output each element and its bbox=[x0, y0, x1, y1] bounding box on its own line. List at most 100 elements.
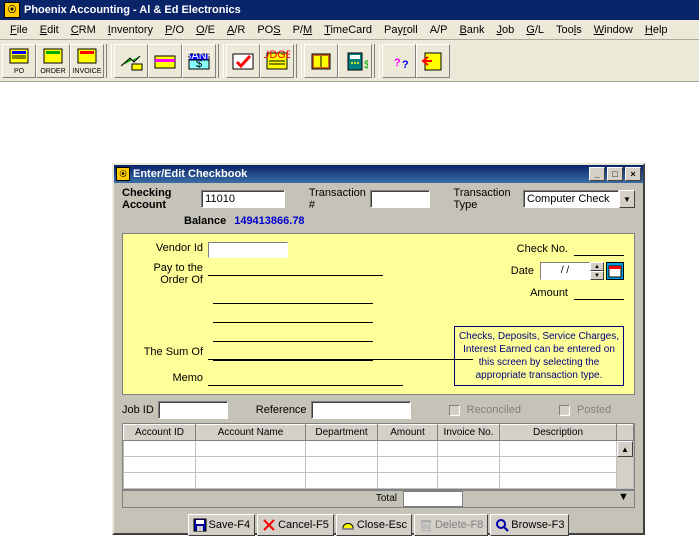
menu-payroll[interactable]: Payroll bbox=[378, 22, 424, 38]
checkno-label: Check No. bbox=[517, 243, 568, 255]
transaction-type-label: Transaction Type bbox=[454, 187, 519, 211]
date-label: Date bbox=[511, 265, 534, 277]
save-button[interactable]: Save-F4 bbox=[188, 514, 256, 536]
menu-pos[interactable]: POS bbox=[251, 22, 286, 38]
toolbar-book-button[interactable] bbox=[304, 44, 338, 78]
check-area: Vendor Id Pay to theOrder Of Check No. bbox=[122, 233, 635, 395]
total-value bbox=[403, 491, 463, 507]
scroll-up-button[interactable]: ▲ bbox=[617, 441, 633, 457]
col-account-name[interactable]: Account Name bbox=[196, 425, 306, 441]
posted-checkbox[interactable] bbox=[559, 405, 570, 416]
menu-tools[interactable]: Tools bbox=[550, 22, 588, 38]
col-description[interactable]: Description bbox=[500, 425, 617, 441]
checking-account-label: Checking Account bbox=[122, 187, 197, 211]
toolbar-check-button[interactable] bbox=[226, 44, 260, 78]
col-scroll bbox=[617, 425, 634, 441]
vendor-id-input[interactable] bbox=[208, 242, 288, 258]
child-titlebar: ⦿ Enter/Edit Checkbook _ □ × bbox=[114, 165, 643, 183]
payto-line-2[interactable] bbox=[213, 290, 373, 304]
toolbar-budget-button[interactable]: BUDGET bbox=[260, 44, 294, 78]
toolbar-payment-button[interactable] bbox=[114, 44, 148, 78]
sum-label: The Sum Of bbox=[133, 346, 208, 360]
reconciled-label: Reconciled bbox=[467, 404, 521, 416]
close-button[interactable]: × bbox=[625, 167, 641, 181]
transaction-type-input[interactable] bbox=[523, 190, 619, 208]
reference-input[interactable] bbox=[311, 401, 411, 419]
maximize-button[interactable]: □ bbox=[607, 167, 623, 181]
child-icon: ⦿ bbox=[116, 167, 130, 181]
menu-ar[interactable]: A/R bbox=[221, 22, 251, 38]
memo-label: Memo bbox=[133, 372, 208, 386]
menubar: File Edit CRM Inventory P/O O/E A/R POS … bbox=[0, 20, 699, 40]
toolbar-card-button[interactable] bbox=[148, 44, 182, 78]
vendor-id-label: Vendor Id bbox=[133, 242, 208, 254]
menu-po[interactable]: P/O bbox=[159, 22, 190, 38]
delete-button[interactable]: Delete-F8 bbox=[414, 514, 488, 536]
svg-text:BUDGET: BUDGET bbox=[264, 50, 290, 61]
total-label: Total bbox=[123, 491, 403, 507]
toolbar-invoice-button[interactable]: INVOICE bbox=[70, 44, 104, 78]
toolbar-calc-button[interactable]: $ bbox=[338, 44, 372, 78]
jobid-label: Job ID bbox=[122, 404, 154, 416]
toolbar-help-button[interactable]: ?? bbox=[382, 44, 416, 78]
reference-label: Reference bbox=[256, 404, 307, 416]
detail-grid: Account ID Account Name Department Amoun… bbox=[122, 423, 635, 490]
menu-file[interactable]: File bbox=[4, 22, 34, 38]
toolbar-bank-button[interactable]: BANK$ bbox=[182, 44, 216, 78]
balance-label: Balance bbox=[184, 215, 226, 227]
menu-pm[interactable]: P/M bbox=[287, 22, 319, 38]
menu-crm[interactable]: CRM bbox=[65, 22, 102, 38]
menu-help[interactable]: Help bbox=[639, 22, 674, 38]
toolbar-po-button[interactable]: PO bbox=[2, 44, 36, 78]
calendar-button[interactable] bbox=[606, 262, 624, 280]
checking-account-input[interactable] bbox=[201, 190, 285, 208]
app-icon: ⦿ bbox=[4, 2, 20, 18]
toolbar-order-button[interactable]: ORDER bbox=[36, 44, 70, 78]
svg-text:?: ? bbox=[402, 59, 409, 71]
transaction-type-dropdown-button[interactable]: ▼ bbox=[619, 190, 635, 208]
date-input[interactable]: / / bbox=[540, 262, 590, 280]
main-title: Phoenix Accounting - Al & Ed Electronics bbox=[24, 0, 241, 20]
menu-timecard[interactable]: TimeCard bbox=[318, 22, 378, 38]
menu-gl[interactable]: G/L bbox=[520, 22, 550, 38]
date-spin-down[interactable]: ▼ bbox=[590, 271, 604, 280]
minimize-button[interactable]: _ bbox=[589, 167, 605, 181]
menu-inventory[interactable]: Inventory bbox=[102, 22, 159, 38]
col-invoice-no[interactable]: Invoice No. bbox=[438, 425, 500, 441]
transaction-num-label: Transaction # bbox=[309, 187, 366, 211]
svg-text:$: $ bbox=[364, 59, 368, 71]
table-row[interactable] bbox=[124, 473, 634, 489]
menu-ap[interactable]: A/P bbox=[424, 22, 454, 38]
checkno-value[interactable] bbox=[574, 242, 624, 256]
jobid-input[interactable] bbox=[158, 401, 228, 419]
scroll-down-button[interactable]: ▼ bbox=[618, 491, 634, 507]
memo-value[interactable] bbox=[208, 372, 403, 386]
toolbar: PO ORDER INVOICE BANK$ BUDGET $ ?? bbox=[0, 40, 699, 82]
table-row[interactable]: ▲ bbox=[124, 441, 634, 457]
cancel-button[interactable]: Cancel-F5 bbox=[257, 514, 334, 536]
date-spin-up[interactable]: ▲ bbox=[590, 262, 604, 271]
menu-job[interactable]: Job bbox=[491, 22, 521, 38]
amount-value[interactable] bbox=[574, 286, 624, 300]
svg-text:$: $ bbox=[196, 58, 202, 70]
menu-oe[interactable]: O/E bbox=[190, 22, 221, 38]
col-amount[interactable]: Amount bbox=[378, 425, 438, 441]
browse-button[interactable]: Browse-F3 bbox=[490, 514, 569, 536]
amount-label: Amount bbox=[530, 287, 568, 299]
reconciled-checkbox[interactable] bbox=[449, 405, 460, 416]
close-button-bottom[interactable]: Close-Esc bbox=[336, 514, 412, 536]
posted-label: Posted bbox=[577, 404, 611, 416]
col-department[interactable]: Department bbox=[306, 425, 378, 441]
payto-line-1[interactable] bbox=[208, 262, 383, 276]
table-row[interactable] bbox=[124, 457, 634, 473]
payto-line-3[interactable] bbox=[213, 309, 373, 323]
transaction-num-input[interactable] bbox=[370, 190, 430, 208]
payto-line-4[interactable] bbox=[213, 328, 373, 342]
menu-edit[interactable]: Edit bbox=[34, 22, 65, 38]
main-titlebar: ⦿ Phoenix Accounting - Al & Ed Electroni… bbox=[0, 0, 699, 20]
toolbar-exit-button[interactable] bbox=[416, 44, 450, 78]
balance-value: 149413866.78 bbox=[234, 215, 304, 227]
col-account-id[interactable]: Account ID bbox=[124, 425, 196, 441]
menu-bank[interactable]: Bank bbox=[453, 22, 490, 38]
menu-window[interactable]: Window bbox=[588, 22, 639, 38]
